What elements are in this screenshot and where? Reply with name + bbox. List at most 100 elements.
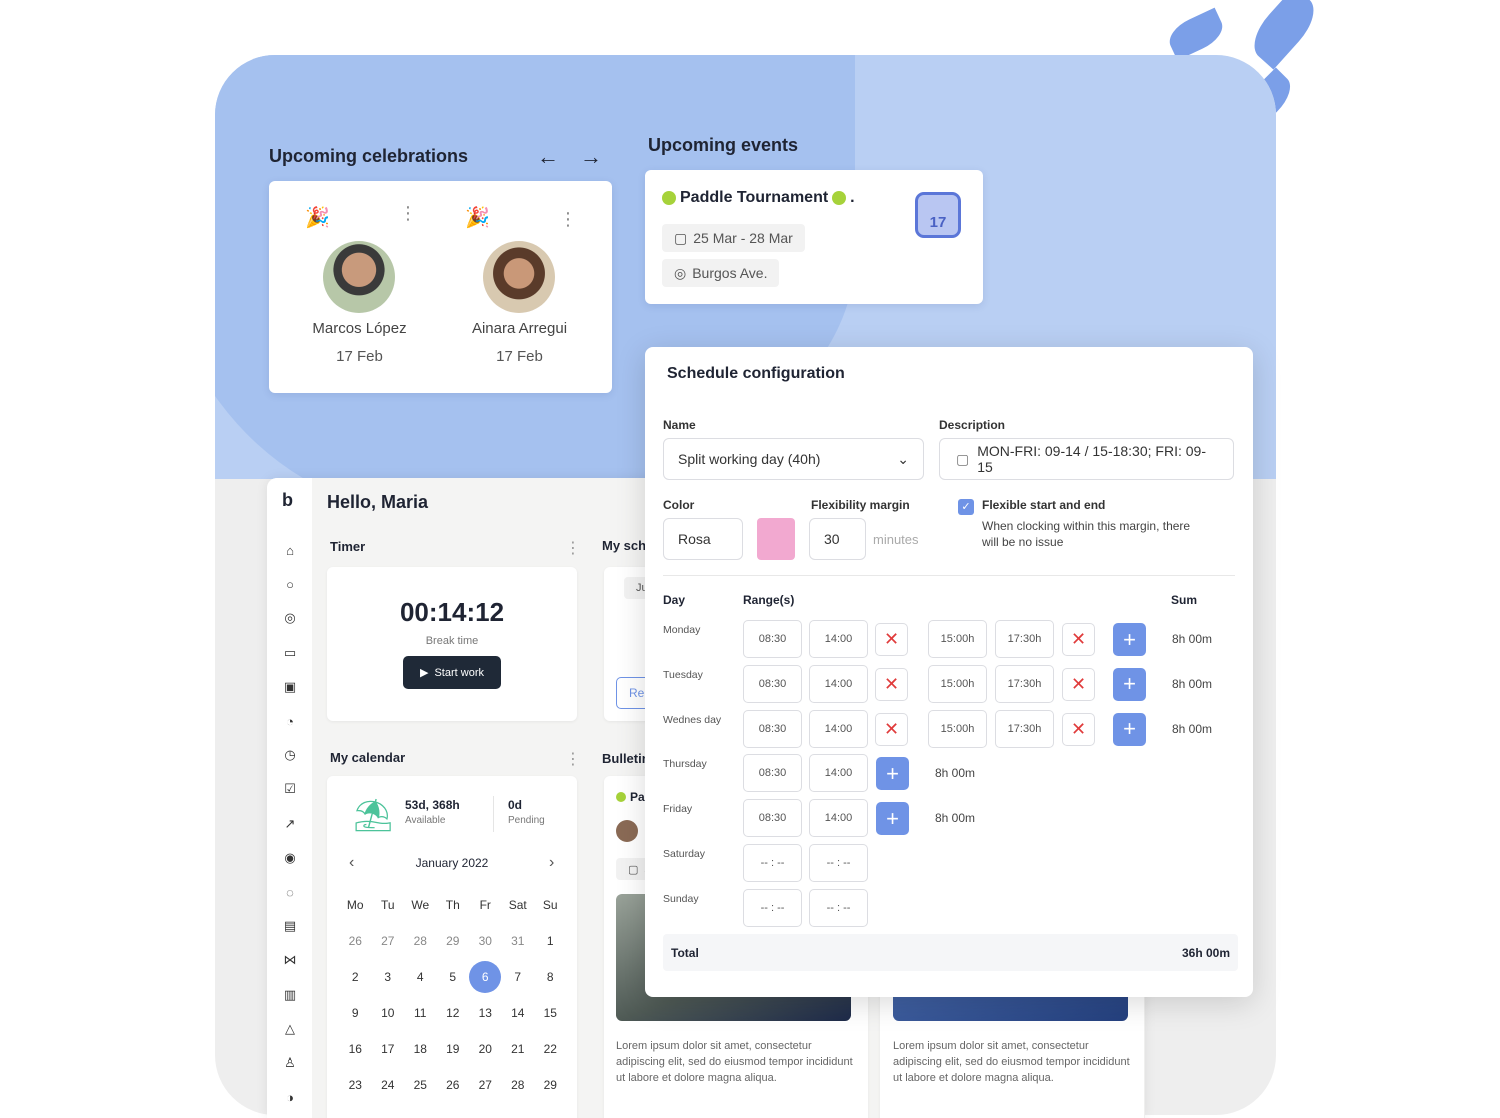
range-start-input[interactable]: 08:30 — [743, 709, 802, 748]
range-end-input[interactable]: 14:00 — [809, 664, 868, 703]
check-square-icon[interactable]: ☑ — [281, 780, 299, 798]
chat-icon[interactable]: ◌ — [281, 883, 299, 901]
range-start-input[interactable]: 08:30 — [743, 620, 802, 658]
range-start-input[interactable]: -- : -- — [743, 844, 802, 882]
users-icon[interactable]: ◎ — [281, 609, 299, 627]
calendar-day[interactable]: 24 — [372, 1067, 405, 1103]
range-end-input[interactable]: 14:00 — [809, 754, 868, 793]
remove-range-button[interactable]: ✕ — [1062, 712, 1095, 746]
arrow-right-icon[interactable]: → — [580, 144, 602, 170]
color-input[interactable]: Rosa — [663, 518, 743, 560]
calendar-day[interactable]: 15 — [534, 995, 567, 1031]
folder-icon[interactable]: ▭ — [281, 644, 299, 662]
home-icon[interactable]: ⌂ — [281, 541, 299, 559]
calendar-day[interactable]: 27 — [469, 1067, 502, 1103]
celebration-person[interactable]: 🎉 ⋮ Marcos López 17 Feb — [269, 181, 440, 393]
calendar-day[interactable]: 6 — [469, 959, 502, 995]
add-range-button[interactable]: + — [876, 802, 909, 836]
range-start-input[interactable]: 15:00h — [928, 709, 987, 748]
range-end-input[interactable]: 17:30h — [995, 709, 1054, 748]
range-start-input[interactable]: 08:30 — [743, 754, 802, 793]
calendar-day[interactable]: 29 — [534, 1067, 567, 1103]
calendar-day[interactable]: 11 — [404, 995, 437, 1031]
user-settings-icon[interactable]: ♙ — [281, 1054, 299, 1072]
calendar-day[interactable]: 18 — [404, 1031, 437, 1067]
add-range-button[interactable]: + — [1113, 623, 1146, 656]
calendar-day[interactable]: 1 — [534, 923, 567, 959]
range-end-input[interactable]: -- : -- — [809, 844, 868, 882]
calendar-day[interactable]: 19 — [437, 1031, 470, 1067]
remove-range-button[interactable]: ✕ — [1062, 623, 1095, 656]
target-icon[interactable]: ◉ — [281, 849, 299, 867]
calendar-day[interactable]: 4 — [404, 959, 437, 995]
range-start-input[interactable]: -- : -- — [743, 888, 802, 927]
remove-range-button[interactable]: ✕ — [1062, 667, 1095, 701]
range-end-input[interactable]: 17:30h — [995, 620, 1054, 658]
range-start-input[interactable]: 15:00h — [928, 664, 987, 703]
remove-range-button[interactable]: ✕ — [875, 712, 908, 746]
range-end-input[interactable]: 14:00 — [809, 620, 868, 658]
calendar-day[interactable]: 23 — [339, 1067, 372, 1103]
calendar-day[interactable]: 12 — [437, 995, 470, 1031]
calendar-day[interactable]: 20 — [469, 1031, 502, 1067]
add-range-button[interactable]: + — [1113, 712, 1146, 746]
calendar-day[interactable]: 3 — [372, 959, 405, 995]
calendar-day[interactable]: 31 — [502, 923, 535, 959]
calendar-day[interactable]: 29 — [437, 923, 470, 959]
remove-range-button[interactable]: ✕ — [875, 667, 908, 701]
calendar-day[interactable]: 2 — [339, 959, 372, 995]
user-icon[interactable]: ○ — [281, 575, 299, 593]
calendar-day[interactable]: 27 — [372, 923, 405, 959]
chevron-right-icon[interactable]: › — [549, 854, 554, 872]
range-end-input[interactable]: 14:00 — [809, 709, 868, 748]
inbox-icon[interactable]: ▤ — [281, 917, 299, 935]
calendar-day[interactable]: 21 — [502, 1031, 535, 1067]
flexibility-input[interactable]: 30 — [809, 518, 866, 560]
workflow-icon[interactable]: ⋈ — [281, 951, 299, 969]
clock-icon[interactable]: ◷ — [281, 746, 299, 764]
calendar-day[interactable]: 28 — [404, 923, 437, 959]
gauge-icon[interactable]: ◔ — [281, 712, 299, 730]
range-start-input[interactable]: 15:00h — [928, 620, 987, 658]
calendar-day[interactable]: 9 — [339, 995, 372, 1031]
event-card[interactable]: Paddle Tournament . ▢ 25 Mar - 28 Mar ◎ Bu… — [645, 170, 983, 304]
calendar-day[interactable]: 26 — [437, 1067, 470, 1103]
calendar-day[interactable]: 30 — [469, 923, 502, 959]
calendar-day[interactable]: 8 — [534, 959, 567, 995]
calendar-day[interactable]: 26 — [339, 923, 372, 959]
description-input[interactable]: ▢ MON-FRI: 09-14 / 15-18:30; FRI: 09-15 — [939, 438, 1234, 480]
add-range-button[interactable]: + — [1113, 667, 1146, 701]
more-options-icon[interactable]: ⋮ — [559, 209, 577, 230]
celebration-person[interactable]: 🎉 ⋮ Ainara Arregui 17 Feb — [429, 181, 610, 393]
range-start-input[interactable]: 08:30 — [743, 799, 802, 838]
bell-icon[interactable]: △ — [281, 1020, 299, 1038]
calendar-day[interactable]: 14 — [502, 995, 535, 1031]
arrow-left-icon[interactable]: ← — [537, 144, 559, 170]
more-options-icon[interactable]: ⋮ — [565, 749, 581, 769]
calendar-day[interactable]: 28 — [502, 1067, 535, 1103]
calendar-day[interactable]: 22 — [534, 1031, 567, 1067]
start-work-button[interactable]: ▶ Start work — [403, 656, 501, 689]
remove-range-button[interactable]: ✕ — [875, 623, 908, 656]
calendar-day[interactable]: 7 — [502, 959, 535, 995]
chart-icon[interactable]: ↗ — [281, 815, 299, 833]
calendar-icon[interactable]: ▣ — [281, 678, 299, 696]
calendar-day[interactable]: 25 — [404, 1067, 437, 1103]
calendar-day[interactable]: 10 — [372, 995, 405, 1031]
calendar-day[interactable]: 13 — [469, 995, 502, 1031]
range-end-input[interactable]: 17:30h — [995, 664, 1054, 703]
more-options-icon[interactable]: ⋮ — [399, 204, 417, 222]
name-select[interactable]: Split working day (40h) ⌄ — [663, 438, 924, 480]
calendar-day[interactable]: 16 — [339, 1031, 372, 1067]
add-range-button[interactable]: + — [876, 757, 909, 791]
range-end-input[interactable]: 14:00 — [809, 799, 868, 838]
range-end-input[interactable]: -- : -- — [809, 888, 868, 927]
more-options-icon[interactable]: ⋮ — [565, 538, 581, 558]
wallet-icon[interactable]: ▥ — [281, 986, 299, 1004]
calendar-day[interactable]: 17 — [372, 1031, 405, 1067]
pie-icon[interactable]: ◑ — [281, 1088, 299, 1106]
color-swatch[interactable] — [757, 518, 795, 560]
range-start-input[interactable]: 08:30 — [743, 664, 802, 703]
flexible-checkbox[interactable]: ✓ — [958, 499, 974, 515]
calendar-day[interactable]: 5 — [437, 959, 470, 995]
